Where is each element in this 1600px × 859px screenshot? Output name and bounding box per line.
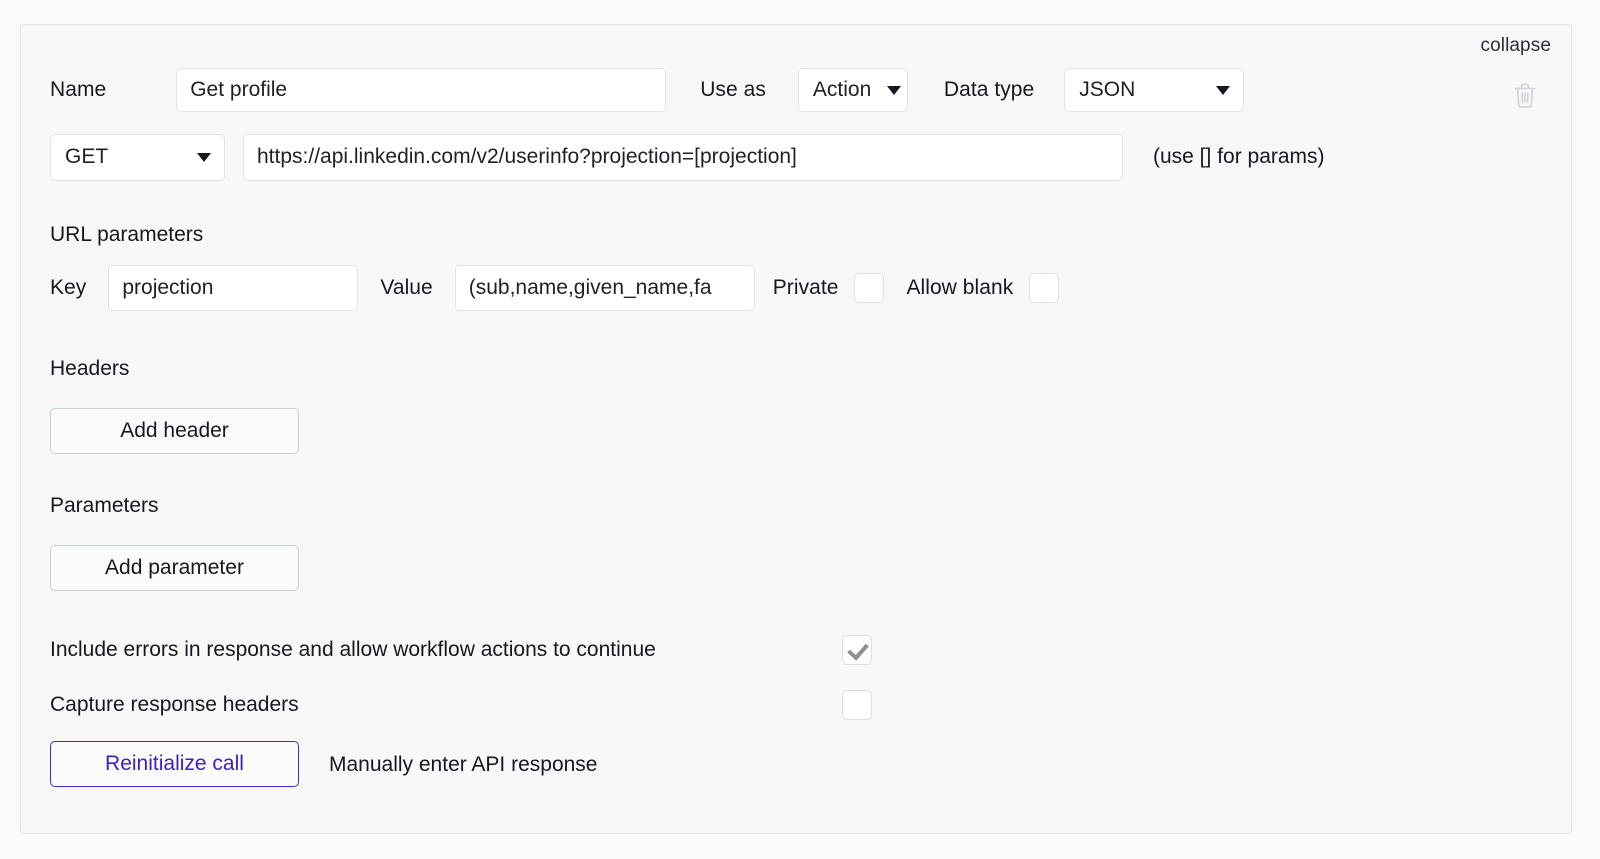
chevron-down-icon [1216,85,1231,95]
capture-response-headers-label: Capture response headers [50,693,299,716]
collapse-link[interactable]: collapse [1480,35,1551,57]
use-as-label: Use as [700,78,766,101]
private-label: Private [772,276,839,299]
key-input[interactable]: projection [108,265,359,311]
add-parameter-button[interactable]: Add parameter [50,545,299,591]
include-errors-row: Include errors in response and allow wor… [50,635,872,665]
chevron-down-icon [887,85,902,95]
url-parameter-row: Key projection Value (sub,name,given_nam… [50,265,1060,311]
manually-enter-api-response-link[interactable]: Manually enter API response [329,753,598,777]
use-as-select[interactable]: Action [797,68,908,112]
key-label: Key [50,276,87,299]
allow-blank-label: Allow blank [906,276,1014,299]
name-label: Name [50,78,107,101]
value-label: Value [380,276,433,299]
data-type-select[interactable]: JSON [1064,68,1245,112]
allow-blank-checkbox[interactable] [1029,273,1060,303]
api-call-panel: collapse Name Get profile Use as Action … [20,24,1572,834]
parameters-title: Parameters [50,494,159,517]
value-input[interactable]: (sub,name,given_name,fa [454,265,755,311]
http-method-value: GET [65,145,109,168]
url-row: GET https://api.linkedin.com/v2/userinfo… [50,133,1325,181]
trash-icon[interactable] [1512,82,1538,110]
http-method-select[interactable]: GET [50,133,225,181]
reinitialize-call-button[interactable]: Reinitialize call [50,741,299,787]
data-type-label: Data type [943,78,1035,101]
include-errors-label: Include errors in response and allow wor… [50,638,656,661]
headers-title: Headers [50,357,130,380]
url-input[interactable]: https://api.linkedin.com/v2/userinfo?pro… [243,133,1123,181]
use-as-value: Action [812,78,872,101]
url-parameters-title: URL parameters [50,223,204,246]
chevron-down-icon [197,152,211,162]
capture-response-headers-checkbox[interactable] [842,690,872,720]
name-input[interactable]: Get profile [176,68,667,112]
include-errors-checkbox[interactable] [842,635,872,665]
data-type-value: JSON [1079,78,1136,101]
name-row: Name Get profile Use as Action Data type… [50,65,1245,115]
private-checkbox[interactable] [854,273,885,303]
add-header-button[interactable]: Add header [50,408,299,454]
url-params-hint: (use [] for params) [1153,145,1325,168]
capture-response-headers-row: Capture response headers [50,690,872,720]
